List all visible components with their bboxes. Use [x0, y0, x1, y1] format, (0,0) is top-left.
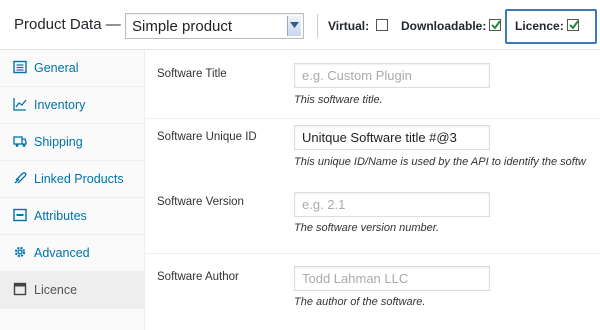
tab-linked-products[interactable]: Linked Products — [0, 161, 145, 198]
header-divider — [317, 14, 318, 38]
software-title-description: This software title. — [294, 94, 383, 106]
general-icon — [13, 60, 27, 74]
field-divider — [145, 118, 600, 119]
software-unique-id-description: This unique ID/Name is used by the API t… — [294, 156, 586, 168]
software-title-placeholder: e.g. Custom Plugin — [302, 68, 412, 83]
tab-label: Shipping — [34, 135, 83, 149]
tab-label: Linked Products — [34, 172, 124, 186]
check-icon — [569, 20, 579, 30]
attributes-icon — [13, 208, 27, 222]
software-unique-id-input[interactable]: Unitque Software title #@3 — [294, 125, 490, 150]
software-title-input[interactable]: e.g. Custom Plugin — [294, 63, 490, 88]
inventory-icon — [13, 98, 27, 111]
downloadable-label: Downloadable: — [401, 19, 487, 33]
software-unique-id-label: Software Unique ID — [157, 131, 257, 143]
downloadable-checkbox[interactable] — [489, 19, 501, 31]
software-author-input[interactable]: Todd Lahman LLC — [294, 266, 490, 291]
tab-label: Licence — [34, 283, 78, 297]
software-version-placeholder: e.g. 2.1 — [302, 197, 346, 212]
tab-inventory[interactable]: Inventory — [0, 87, 145, 124]
tab-label: Advanced — [34, 246, 90, 260]
product-type-select[interactable]: Simple product — [125, 13, 304, 39]
software-version-input[interactable]: e.g. 2.1 — [294, 192, 490, 217]
virtual-label: Virtual: — [328, 19, 370, 33]
software-version-label: Software Version — [157, 196, 244, 208]
software-author-label: Software Author — [157, 271, 239, 283]
field-divider — [145, 253, 600, 254]
tab-shipping[interactable]: Shipping — [0, 124, 145, 161]
shipping-icon — [13, 136, 27, 147]
software-version-description: The software version number. — [294, 222, 440, 234]
tab-label: Attributes — [34, 209, 87, 223]
software-author-description: The author of the software. — [294, 296, 426, 308]
licence-label: Licence: — [515, 19, 564, 33]
product-data-header: Product Data — Simple product Virtual: D… — [0, 0, 600, 50]
product-data-title: Product Data — — [14, 16, 121, 33]
tab-advanced[interactable]: Advanced — [0, 235, 145, 272]
chevron-down-icon[interactable] — [287, 16, 301, 36]
software-author-placeholder: Todd Lahman LLC — [302, 271, 409, 286]
product-type-value: Simple product — [132, 18, 233, 35]
gear-icon — [14, 246, 26, 258]
licence-icon — [13, 282, 27, 296]
tab-licence[interactable]: Licence — [0, 272, 145, 309]
link-icon — [14, 172, 27, 184]
check-icon — [491, 20, 501, 30]
virtual-checkbox[interactable] — [376, 19, 388, 31]
licence-checkbox[interactable] — [567, 19, 579, 31]
tab-label: Inventory — [34, 98, 86, 112]
software-unique-id-value: Unitque Software title #@3 — [302, 130, 457, 145]
product-data-tabs: General Inventory Shipping Linked Produc… — [0, 50, 145, 330]
tab-general[interactable]: General — [0, 50, 145, 87]
tab-attributes[interactable]: Attributes — [0, 198, 145, 235]
tab-label: General — [34, 61, 79, 75]
software-title-label: Software Title — [157, 68, 227, 80]
